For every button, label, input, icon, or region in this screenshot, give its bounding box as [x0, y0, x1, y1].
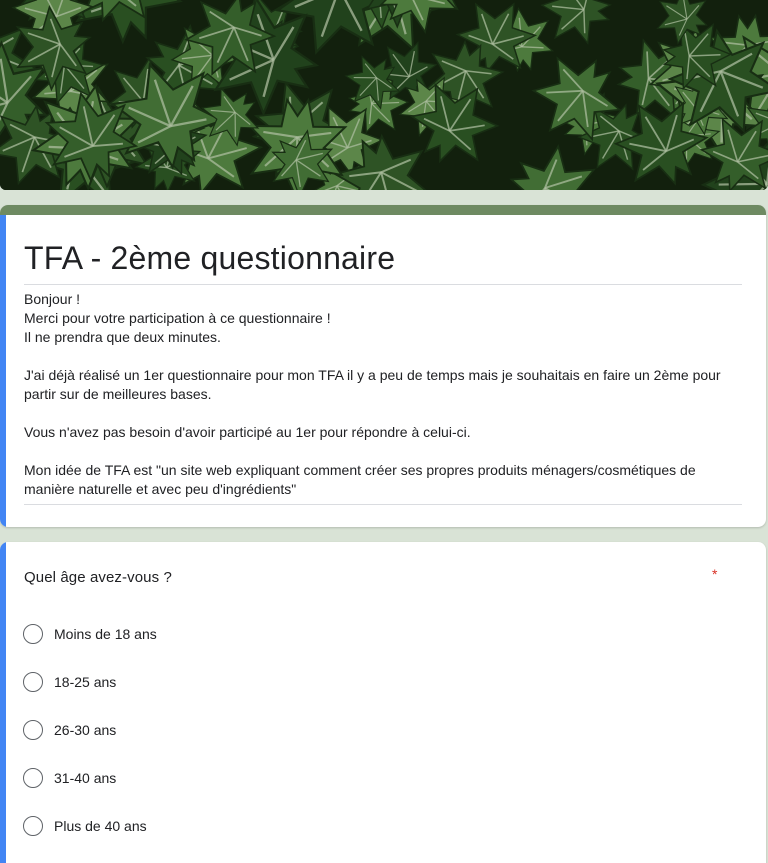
radio-option-label[interactable]: 31-40 ans — [54, 770, 116, 786]
description-line: Merci pour votre participation à ce ques… — [24, 310, 331, 326]
form-title-card: TFA - 2ème questionnaire Bonjour ! Merci… — [0, 205, 766, 527]
theme-accent-bar — [0, 205, 766, 215]
description-line: Vous n'avez pas besoin d'avoir participé… — [24, 424, 471, 440]
radio-group: Moins de 18 ans 18-25 ans 26-30 ans 31-4… — [23, 610, 623, 850]
description-line: manière naturelle et avec peu d'ingrédie… — [24, 481, 297, 497]
description-line: Bonjour ! — [24, 291, 81, 307]
radio-button-icon[interactable] — [23, 816, 43, 836]
focus-indicator — [0, 215, 6, 527]
description-line: J'ai déjà réalisé un 1er questionnaire p… — [24, 367, 721, 383]
title-divider — [24, 284, 742, 285]
radio-option-label[interactable]: 18-25 ans — [54, 674, 116, 690]
required-asterisk: * — [712, 566, 718, 582]
radio-button-icon[interactable] — [23, 672, 43, 692]
radio-option-label[interactable]: Plus de 40 ans — [54, 818, 147, 834]
form-description: Bonjour ! Merci pour votre participation… — [24, 290, 742, 499]
question-title: Quel âge avez-vous ? — [24, 569, 172, 586]
description-line — [24, 404, 742, 423]
radio-option-over-40[interactable]: Plus de 40 ans — [23, 802, 623, 850]
description-line — [24, 442, 742, 461]
radio-option-label[interactable]: 26-30 ans — [54, 722, 116, 738]
question-card: Quel âge avez-vous ? * Moins de 18 ans 1… — [0, 542, 766, 863]
radio-button-icon[interactable] — [23, 720, 43, 740]
ivy-leaves-banner-icon — [0, 0, 768, 190]
description-line: Mon idée de TFA est "un site web expliqu… — [24, 462, 696, 478]
radio-option-31-40[interactable]: 31-40 ans — [23, 754, 623, 802]
header-image — [0, 0, 768, 190]
form-title: TFA - 2ème questionnaire — [24, 240, 396, 276]
description-line: partir sur de meilleures bases. — [24, 386, 212, 402]
focus-indicator — [0, 542, 6, 863]
description-line: Il ne prendra que deux minutes. — [24, 329, 221, 345]
description-line — [24, 347, 742, 366]
radio-option-26-30[interactable]: 26-30 ans — [23, 706, 623, 754]
radio-option-under-18[interactable]: Moins de 18 ans — [23, 610, 623, 658]
description-divider — [24, 504, 742, 505]
radio-option-18-25[interactable]: 18-25 ans — [23, 658, 623, 706]
radio-button-icon[interactable] — [23, 624, 43, 644]
radio-button-icon[interactable] — [23, 768, 43, 788]
radio-option-label[interactable]: Moins de 18 ans — [54, 626, 157, 642]
